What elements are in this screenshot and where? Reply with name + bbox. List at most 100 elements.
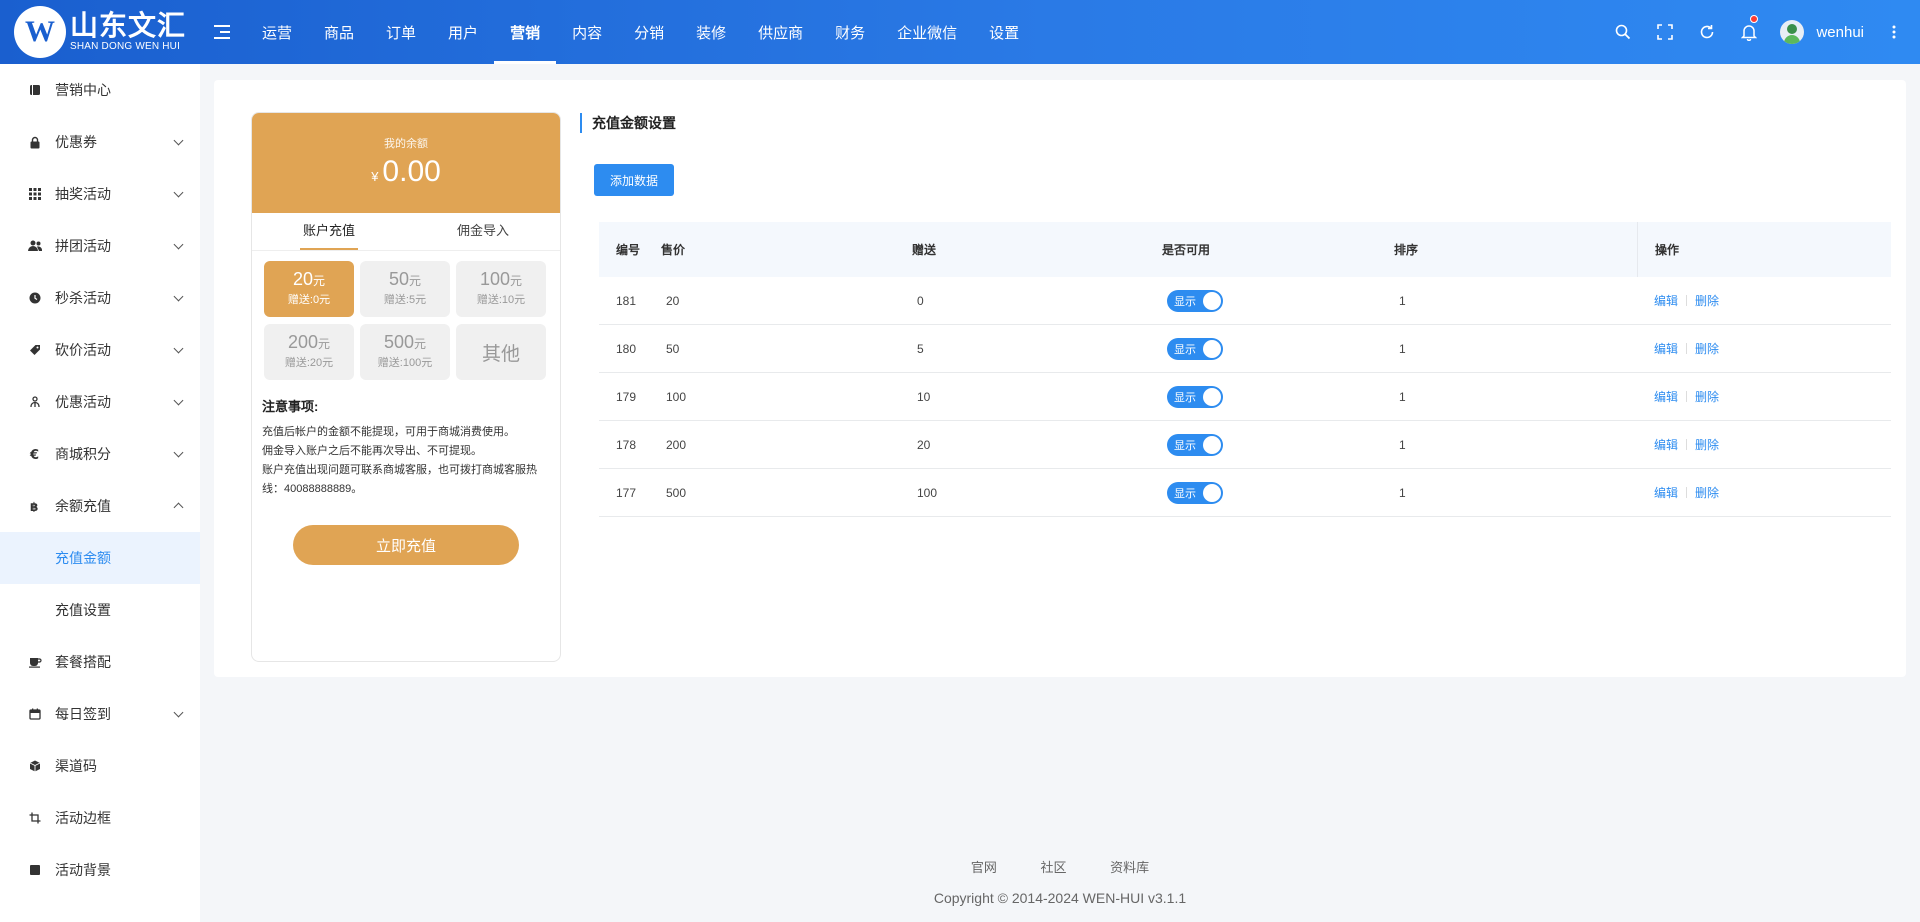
amount-option-other[interactable]: 其他	[456, 324, 546, 380]
nav-item[interactable]: 供应商	[742, 0, 819, 64]
notification-dot	[1750, 15, 1759, 23]
cell-status: 显示	[1157, 337, 1389, 360]
more-vertical-icon[interactable]	[1884, 0, 1904, 64]
sidebar-item[interactable]: 秒杀活动	[0, 272, 200, 324]
amount-grid: 20元 赠送:0元 50元 赠送:5元 100元 赠送:10元 200元 赠送:20元 500元…	[252, 251, 560, 380]
cell-actions: 编辑 删除	[1637, 388, 1891, 405]
tab-commission-import[interactable]: 佣金导入	[406, 213, 560, 250]
sidebar-item-label: 活动背景	[55, 862, 111, 878]
footer-link-community[interactable]: 社区	[1040, 860, 1066, 875]
cell-actions: 编辑 删除	[1637, 292, 1891, 309]
cell-price: 20	[666, 293, 680, 308]
sidebar-item[interactable]: 活动边框	[0, 792, 200, 844]
sidebar-subitem[interactable]: 充值设置	[0, 584, 200, 636]
sidebar-item[interactable]: 拼团活动	[0, 220, 200, 272]
sidebar-item[interactable]: 优惠活动	[0, 376, 200, 428]
notes: 注意事项: 充值后帐户的金额不能提现，可用于商城消费使用。 佣金导入账户之后不能…	[252, 380, 560, 499]
sidebar-item[interactable]: 套餐搭配	[0, 636, 200, 688]
sidebar-item[interactable]: € 商城积分	[0, 428, 200, 480]
sidebar-item[interactable]: 抽奖活动	[0, 168, 200, 220]
bell-icon[interactable]	[1728, 0, 1770, 64]
sidebar-item-label: 活动边框	[55, 810, 111, 826]
status-toggle[interactable]: 显示	[1167, 337, 1223, 360]
cell-status: 显示	[1157, 289, 1389, 312]
delete-link[interactable]: 删除	[1695, 390, 1719, 404]
chevron-down-icon	[173, 291, 184, 302]
main-panel: 我的余额 ¥0.00 账户充值 佣金导入 20元 赠送:0元 50元 赠送:5元 100…	[214, 80, 1906, 677]
fullscreen-icon[interactable]	[1644, 0, 1686, 64]
edit-link[interactable]: 编辑	[1654, 486, 1678, 500]
amount-option[interactable]: 200元 赠送:20元	[264, 324, 354, 380]
delete-link[interactable]: 删除	[1695, 294, 1719, 308]
edit-link[interactable]: 编辑	[1654, 342, 1678, 356]
cell-sort: 1	[1399, 389, 1406, 404]
amount-option[interactable]: 100元 赠送:10元	[456, 261, 546, 317]
delete-link[interactable]: 删除	[1695, 342, 1719, 356]
nav-item[interactable]: 分销	[618, 0, 680, 64]
sidebar-item-label: 商城积分	[55, 446, 111, 462]
nav-item[interactable]: 装修	[680, 0, 742, 64]
chevron-down-icon	[173, 187, 184, 198]
sidebar-item[interactable]: ฿ 余额充值	[0, 480, 200, 532]
sidebar-item[interactable]: 每日签到	[0, 688, 200, 740]
menu-toggle-icon[interactable]	[214, 25, 230, 39]
nav-item[interactable]: 商品	[308, 0, 370, 64]
add-data-button[interactable]: 添加数据	[594, 164, 674, 196]
lock-icon	[28, 135, 42, 149]
divider	[1686, 295, 1688, 306]
edit-link[interactable]: 编辑	[1654, 438, 1678, 452]
balance-label: 我的余额	[384, 138, 428, 150]
note-line: 账户充值出现问题可联系商城客服，也可拨打商城客服热线：40088888889。	[262, 464, 537, 495]
sidebar-item[interactable]: 营销中心	[0, 64, 200, 116]
toggle-label: 显示	[1174, 295, 1196, 308]
nav-item[interactable]: 设置	[973, 0, 1035, 64]
amount-unit: 元	[414, 337, 427, 351]
note-line: 佣金导入账户之后不能再次导出、不可提现。	[262, 445, 482, 457]
logo-title: 山东文汇	[70, 10, 187, 41]
user-menu[interactable]: wenhui	[1780, 20, 1864, 44]
toggle-label: 显示	[1174, 391, 1196, 404]
status-toggle[interactable]: 显示	[1167, 385, 1223, 408]
recharge-now-button[interactable]: 立即充值	[293, 525, 519, 565]
sidebar-item-label: 营销中心	[55, 82, 111, 98]
footer-link-official[interactable]: 官网	[971, 860, 997, 875]
nav-item[interactable]: 营销	[494, 0, 557, 64]
status-toggle[interactable]: 显示	[1167, 433, 1223, 456]
cell-id: 177	[616, 485, 637, 500]
delete-link[interactable]: 删除	[1695, 438, 1719, 452]
cell-sort: 1	[1399, 293, 1406, 308]
table-row: 179 100 10 显示 1 编辑 删除	[599, 373, 1891, 421]
sidebar: 营销中心优惠券 抽奖活动 拼团活动 秒杀活动 砍价活动优惠活动 € 商城积分 ฿ 余额充值 充值金…	[0, 64, 200, 922]
amount-option[interactable]: 500元 赠送:100元	[360, 324, 450, 380]
tab-account-recharge[interactable]: 账户充值	[252, 213, 406, 250]
search-icon[interactable]	[1602, 0, 1644, 64]
status-toggle[interactable]: 显示	[1167, 481, 1223, 504]
table-header: 编号 售价 赠送 是否可用 排序 操作	[599, 222, 1891, 277]
edit-link[interactable]: 编辑	[1654, 294, 1678, 308]
square-icon	[28, 863, 42, 877]
delete-link[interactable]: 删除	[1695, 486, 1719, 500]
refresh-icon[interactable]	[1686, 0, 1728, 64]
nav-item[interactable]: 财务	[819, 0, 881, 64]
sidebar-item[interactable]: 渠道码	[0, 740, 200, 792]
nav-item[interactable]: 运营	[246, 0, 308, 64]
nav-item[interactable]: 内容	[556, 0, 618, 64]
sidebar-item[interactable]: 优惠券	[0, 116, 200, 168]
top-nav: 运营 商品 订单 用户 营销 内容 分销 装修 供应商 财务 企业微信 设置	[246, 0, 1035, 64]
sidebar-item[interactable]: 砍价活动	[0, 324, 200, 376]
amount-option[interactable]: 50元 赠送:5元	[360, 261, 450, 317]
sidebar-item[interactable]: 活动背景	[0, 844, 200, 896]
amount-option[interactable]: 20元 赠送:0元	[264, 261, 354, 317]
edit-link[interactable]: 编辑	[1654, 390, 1678, 404]
sidebar-subitem[interactable]: 充值金额	[0, 532, 200, 584]
status-toggle[interactable]: 显示	[1167, 289, 1223, 312]
nav-item[interactable]: 企业微信	[881, 0, 973, 64]
footer-link-docs[interactable]: 资料库	[1110, 860, 1149, 875]
cell-gift: 0	[917, 293, 924, 308]
nav-item[interactable]: 订单	[370, 0, 432, 64]
logo[interactable]: W 山东文汇 SHAN DONG WEN HUI	[0, 0, 200, 64]
nav-item[interactable]: 用户	[432, 0, 494, 64]
notes-title: 注意事项:	[262, 399, 319, 414]
sidebar-item-label: 优惠活动	[55, 394, 111, 410]
cell-price: 100	[666, 389, 687, 404]
